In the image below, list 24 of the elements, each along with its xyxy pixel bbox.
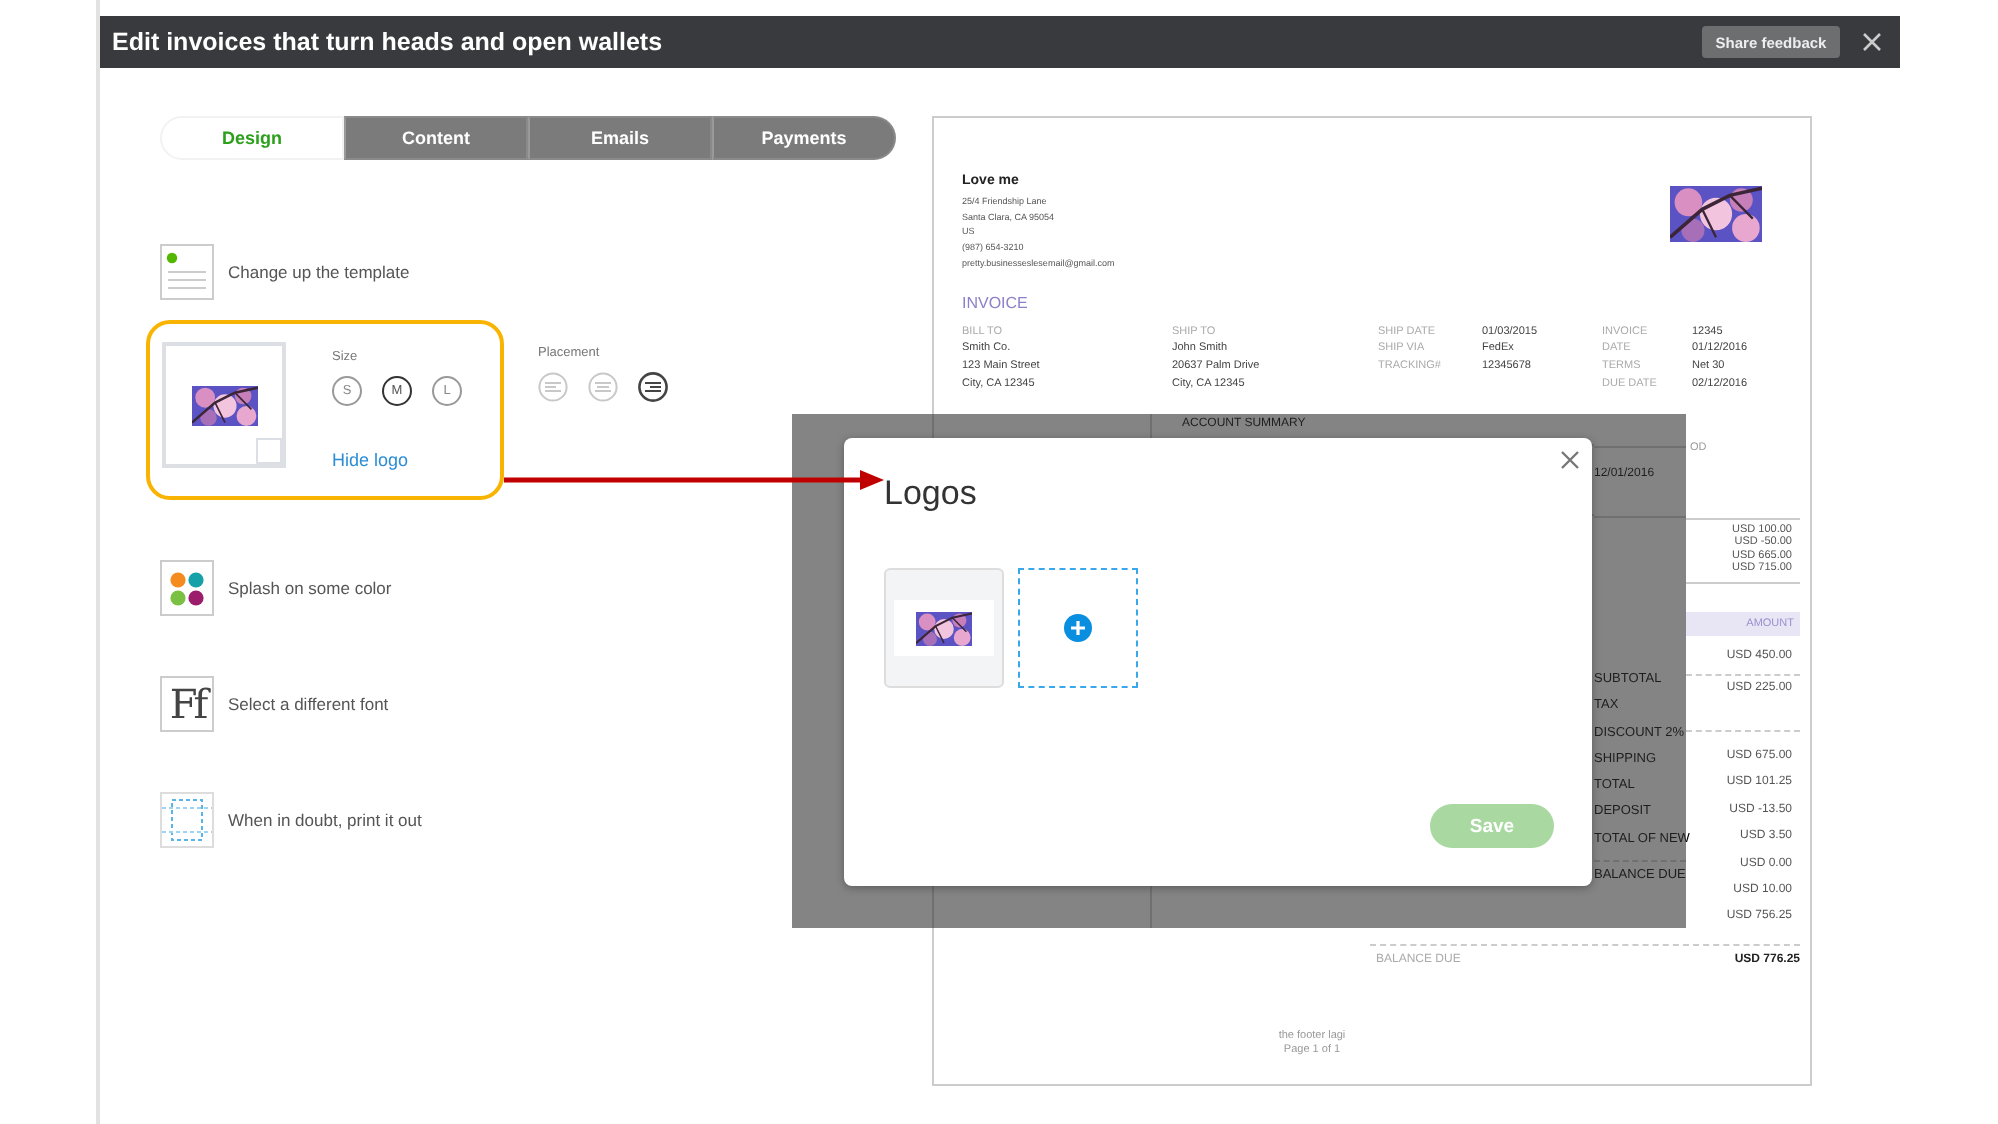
- resize-handle[interactable]: [256, 438, 282, 464]
- tab[interactable]: Design: [160, 116, 344, 160]
- option-label[interactable]: When in doubt, print it out: [228, 810, 422, 830]
- option-label[interactable]: Select a different font: [228, 694, 389, 714]
- tab[interactable]: Emails: [528, 116, 712, 160]
- logo-thumbnail[interactable]: [162, 342, 286, 468]
- option-label[interactable]: Change up the template: [228, 262, 410, 282]
- color-palette-icon[interactable]: [160, 560, 214, 616]
- close-icon[interactable]: [1560, 450, 1580, 470]
- window-title: Edit invoices that turn heads and open wallets: [112, 28, 665, 56]
- print-layout-icon[interactable]: [160, 792, 214, 848]
- tab[interactable]: Content: [344, 116, 528, 160]
- tab[interactable]: Payments: [712, 116, 896, 160]
- font-icon[interactable]: Ff: [160, 676, 214, 732]
- template-icon[interactable]: [160, 244, 214, 300]
- invoice-heading: INVOICE: [962, 293, 1030, 312]
- logo-tile[interactable]: [884, 568, 1004, 688]
- placement-option[interactable]: [638, 372, 668, 402]
- close-icon[interactable]: [1862, 32, 1882, 52]
- modal-title: Logos: [884, 474, 977, 514]
- add-icon: [1064, 614, 1092, 642]
- option-label[interactable]: Splash on some color: [228, 578, 392, 598]
- add-logo-tile[interactable]: [1018, 568, 1138, 688]
- hide-logo-link[interactable]: Hide logo: [332, 450, 462, 470]
